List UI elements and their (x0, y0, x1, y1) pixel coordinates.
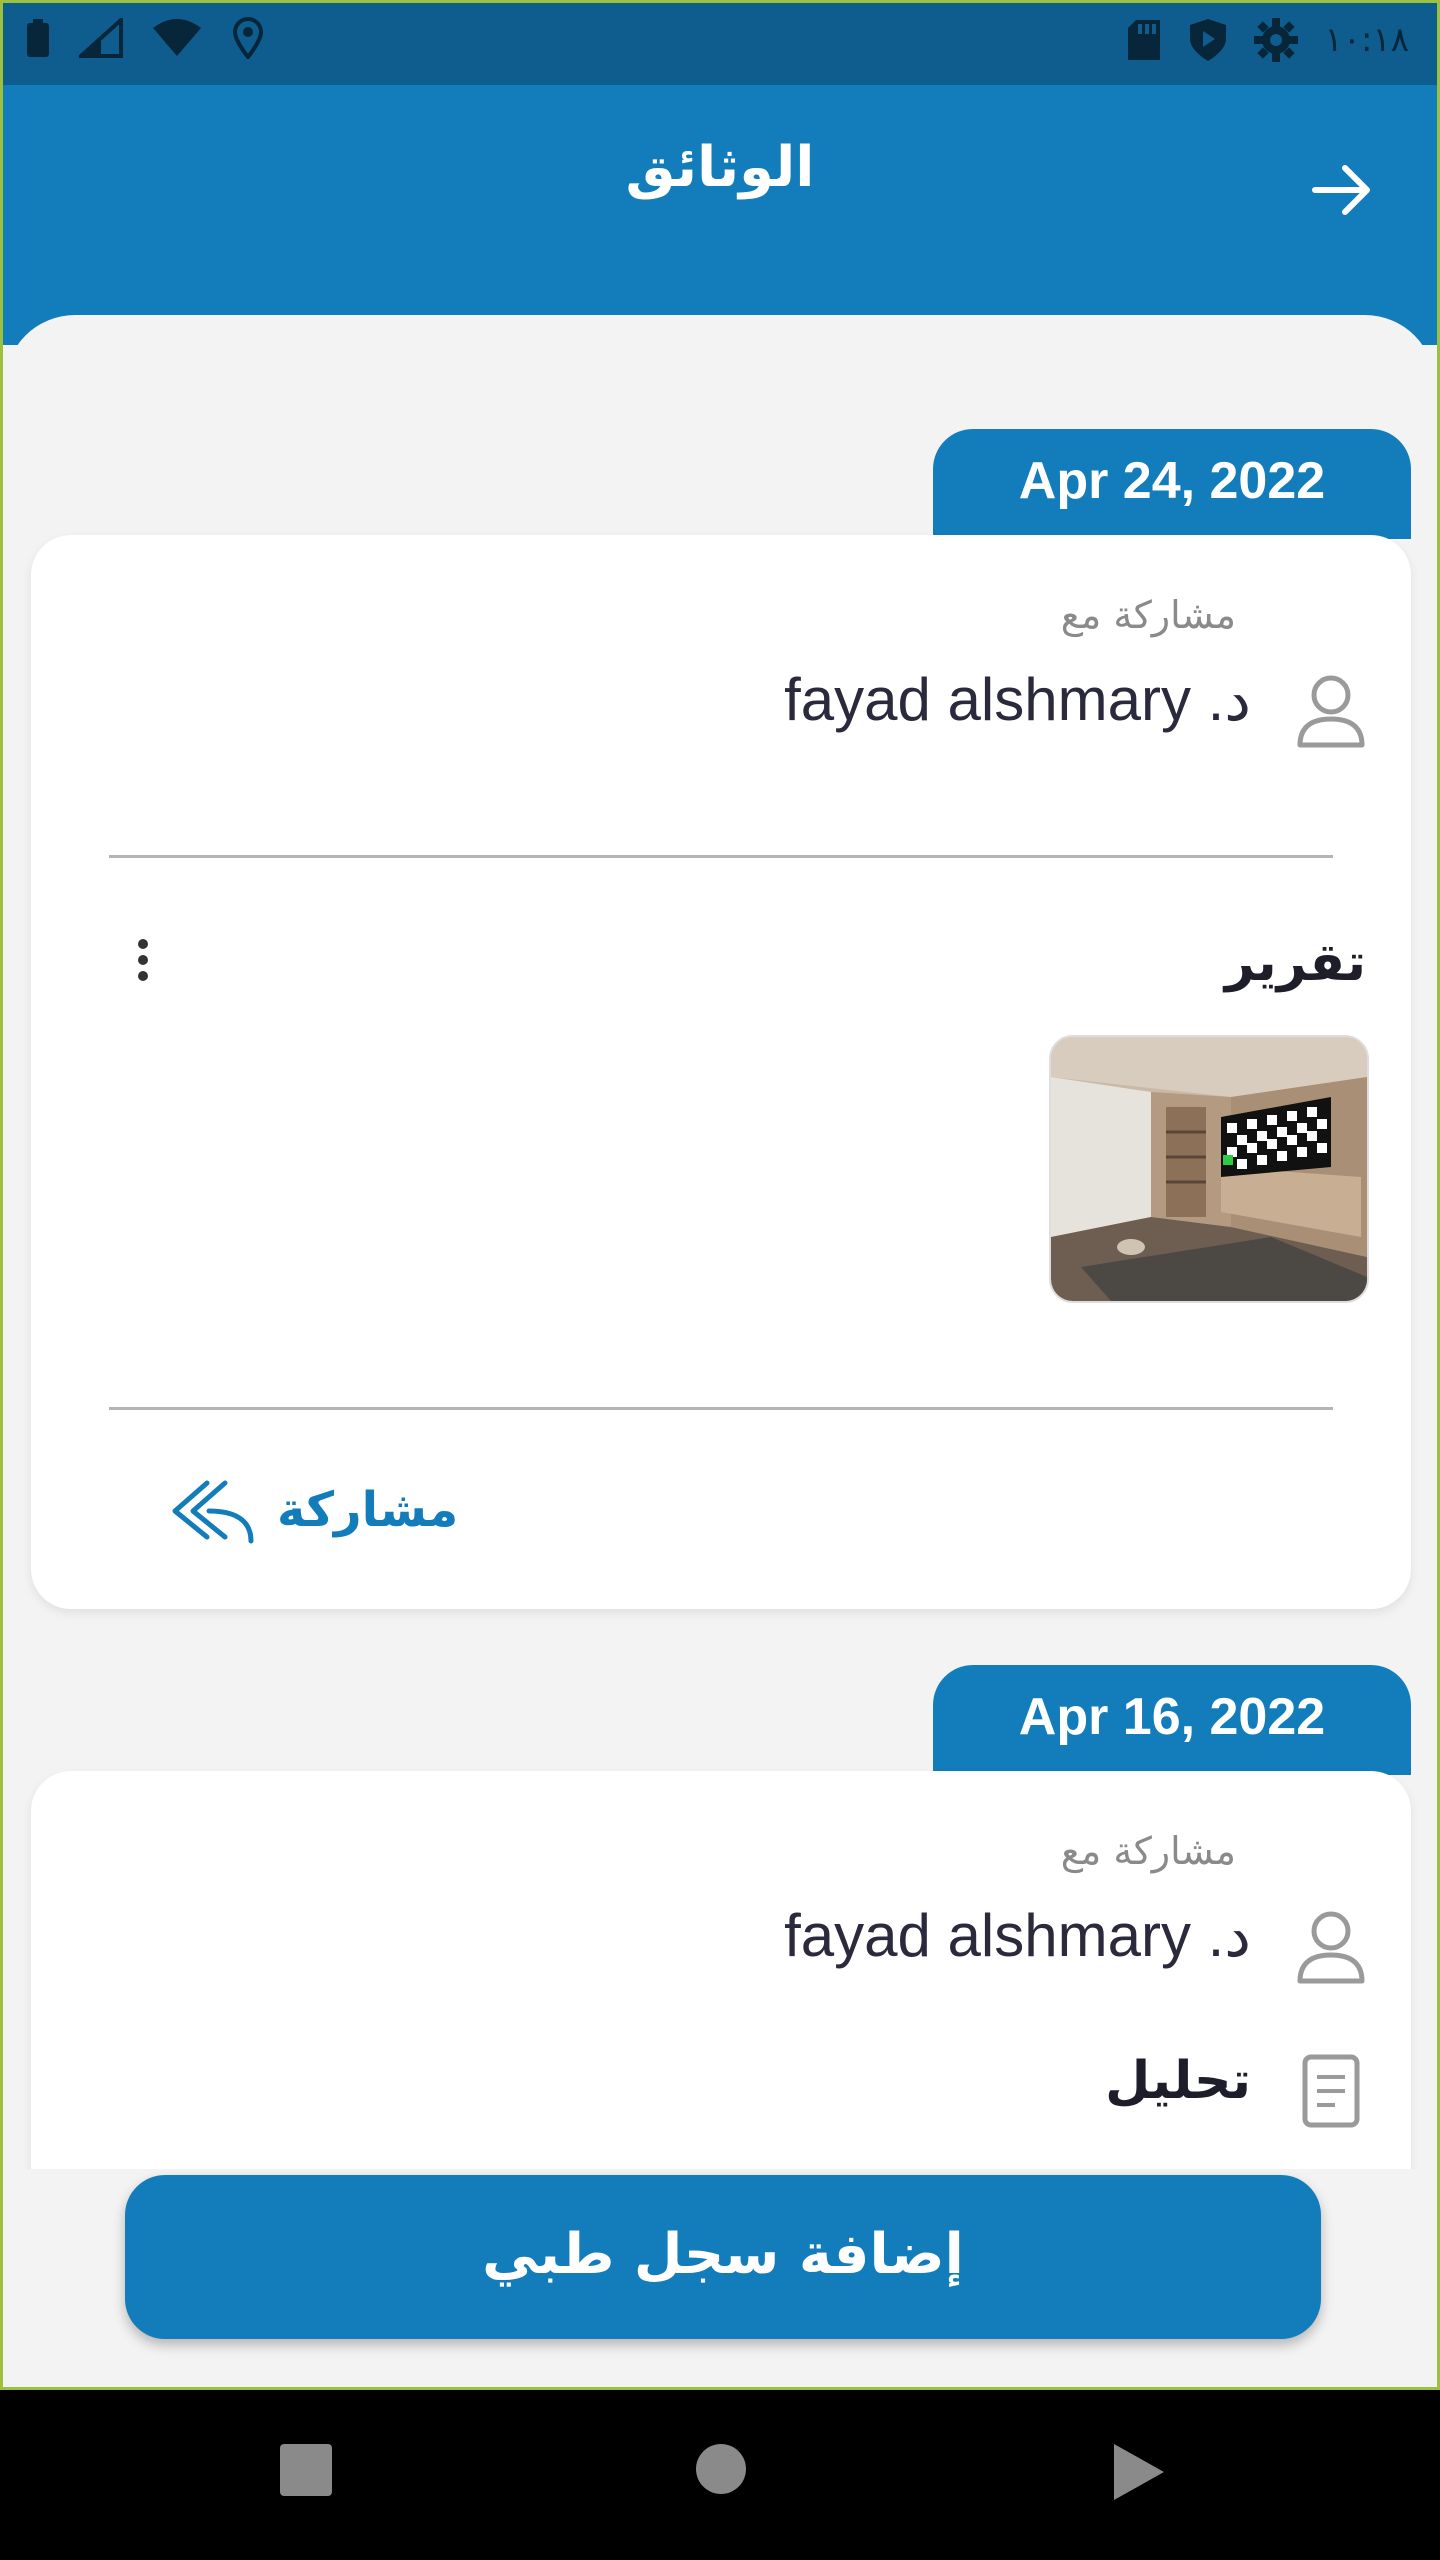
record-date-badge: Apr 24, 2022 (933, 429, 1411, 539)
divider (109, 855, 1333, 858)
record-date-badge: Apr 16, 2022 (933, 1665, 1411, 1775)
battery-icon (27, 19, 49, 57)
records-list[interactable]: Apr 24, 2022 مشاركة مع fayad alshmary .د… (5, 315, 1435, 2387)
signal-icon (79, 18, 123, 58)
doctor-name: fayad alshmary .د (784, 666, 1251, 733)
document-icon (1302, 2054, 1360, 2128)
more-options-icon[interactable] (131, 935, 155, 995)
home-icon[interactable] (694, 2442, 748, 2496)
page-title: الوثائق (625, 135, 815, 200)
share-icon (172, 1480, 254, 1544)
document-thumbnail[interactable] (1049, 1035, 1369, 1303)
shared-with-label: مشاركة مع (1060, 1829, 1236, 1873)
doctor-name: fayad alshmary .د (784, 1902, 1251, 1969)
navigation-bar (0, 2390, 1440, 2560)
add-medical-record-button[interactable]: إضافة سجل طبي (125, 2175, 1321, 2339)
shield-icon (1190, 19, 1227, 61)
record-card[interactable]: مشاركة مع fayad alshmary .د تقرير مشاركة (31, 535, 1411, 1609)
shared-with-label: مشاركة مع (1060, 593, 1236, 637)
status-bar: ١٠:١٨ (3, 3, 1437, 85)
app-screen: ١٠:١٨ الوثائق Apr 24, 2022 مشاركة مع fay… (0, 0, 1440, 2390)
settings-icon (1254, 18, 1299, 62)
arrow-right-icon[interactable] (1307, 155, 1377, 225)
document-title: تقرير (1224, 933, 1366, 993)
wifi-icon (153, 19, 201, 56)
share-button[interactable]: مشاركة (167, 1475, 458, 1545)
person-icon (1297, 1911, 1365, 1984)
location-icon (232, 17, 264, 59)
share-label: مشاركة (277, 1482, 459, 1538)
sd-card-icon (1128, 20, 1161, 60)
status-time: ١٠:١٨ (1324, 20, 1409, 60)
divider (109, 1407, 1333, 1410)
back-nav-icon[interactable] (1110, 2442, 1166, 2502)
person-icon (1297, 675, 1365, 748)
recents-icon[interactable] (278, 2442, 334, 2498)
app-header: الوثائق (3, 85, 1437, 345)
document-title: تحليل (1105, 2051, 1251, 2111)
